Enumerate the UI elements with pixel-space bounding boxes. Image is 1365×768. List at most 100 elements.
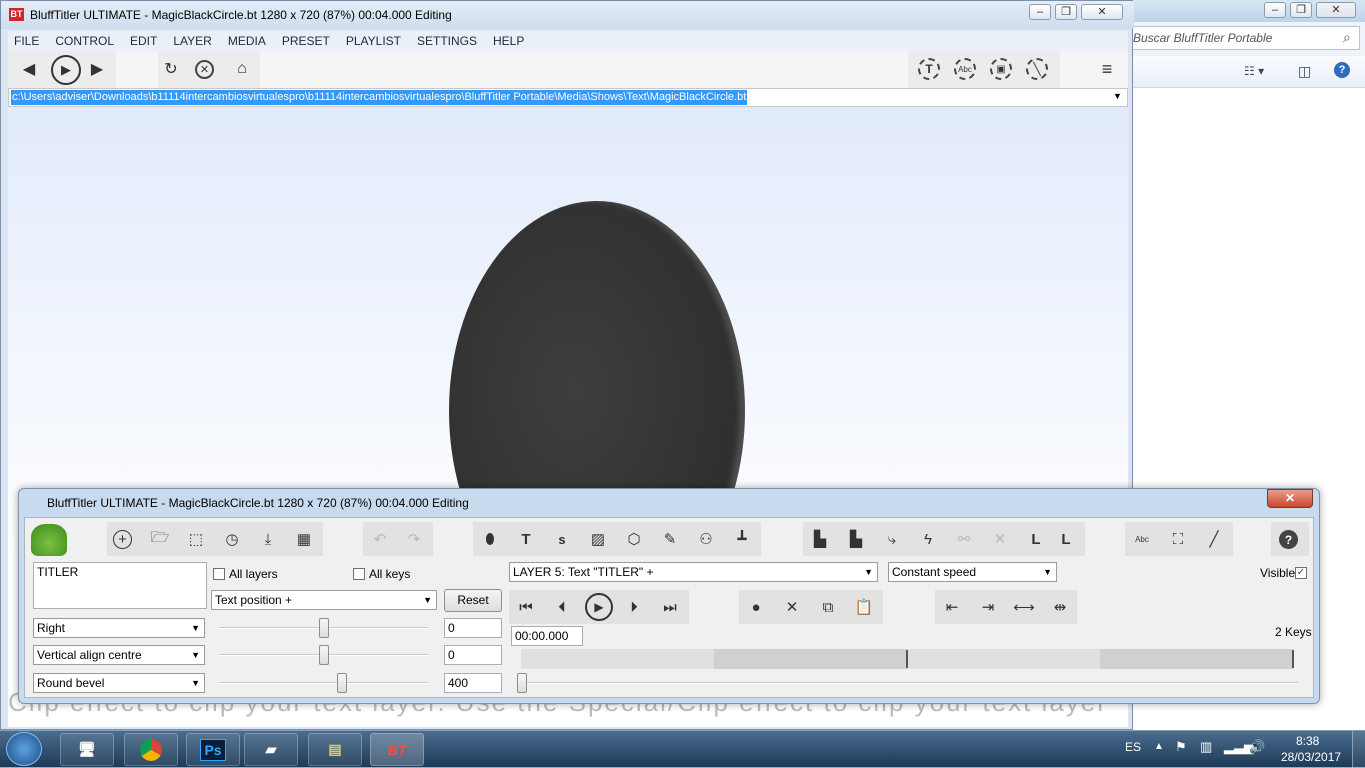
minimize-icon[interactable]: – <box>1264 2 1286 18</box>
play-icon[interactable]: ▶ <box>51 55 81 85</box>
previous-key-icon[interactable]: ⏴ <box>551 596 573 618</box>
maximize-icon[interactable]: ❐ <box>1290 2 1312 18</box>
previous-icon[interactable]: ◀ <box>18 58 40 80</box>
particles-icon[interactable]: ⚇ <box>695 528 717 550</box>
picture-layer-icon[interactable]: ▨ <box>587 528 609 550</box>
align-end-icon[interactable]: ⇥ <box>977 596 999 618</box>
clock-date[interactable]: 28/03/2017 <box>1281 750 1341 764</box>
speed-select[interactable]: Constant speed ▼ <box>888 562 1057 582</box>
menu-control[interactable]: CONTROL <box>55 34 114 48</box>
search-input[interactable]: Buscar BluffTitler Portable ⌕ <box>1130 26 1360 50</box>
menu-settings[interactable]: SETTINGS <box>417 34 477 48</box>
action-center-icon[interactable]: ⚑ <box>1175 739 1187 755</box>
film-icon[interactable]: ▦ <box>293 528 315 550</box>
all-keys-checkbox[interactable] <box>353 568 365 580</box>
visible-checkbox[interactable]: ✓ <box>1295 567 1307 579</box>
menu-layer[interactable]: LAYER <box>173 34 211 48</box>
play-icon[interactable]: ▶ <box>585 593 613 621</box>
dialog-close-button[interactable]: ✕ <box>1267 489 1313 508</box>
layer-copy-icon[interactable]: ▙ <box>809 528 831 550</box>
picture-fit-icon[interactable]: ⛶ <box>1167 528 1189 550</box>
taskbar-notepad[interactable]: ▰ <box>244 733 298 766</box>
value-field-3[interactable]: 400 <box>444 673 502 693</box>
layer-paste-icon[interactable]: ▙ <box>845 528 867 550</box>
language-indicator[interactable]: ES <box>1125 740 1141 754</box>
menu-file[interactable]: FILE <box>14 34 39 48</box>
menu-media[interactable]: MEDIA <box>228 34 266 48</box>
close-icon[interactable]: ✕ <box>1316 2 1356 18</box>
clock-icon[interactable]: ◷ <box>221 528 243 550</box>
stretch-icon[interactable]: ⟷ <box>1013 596 1035 618</box>
minimize-icon[interactable]: – <box>1029 4 1051 20</box>
start-button[interactable] <box>6 732 42 766</box>
blob-layer-icon[interactable]: ⬮ <box>479 528 501 550</box>
taskbar-explorer[interactable]: ▤ <box>308 733 362 766</box>
timeline-key-marker[interactable] <box>906 650 908 668</box>
add-key-icon[interactable]: ● <box>745 596 767 618</box>
redo-icon[interactable]: ↷ <box>403 528 425 550</box>
search-icon[interactable]: ⌕ <box>1343 29 1351 46</box>
show-hidden-icons-icon[interactable]: ▲ <box>1154 741 1164 752</box>
menu-playlist[interactable]: PLAYLIST <box>346 34 401 48</box>
slider-thumb-1[interactable] <box>318 618 329 638</box>
layer-lock-icon[interactable]: L <box>1055 528 1077 550</box>
taskbar-blufftitler[interactable]: BT <box>370 733 424 766</box>
alignment-select[interactable]: Right ▼ <box>33 618 205 638</box>
layer-effect-icon[interactable]: ϟ <box>917 528 939 550</box>
abc-icon[interactable]: Abc <box>954 58 976 80</box>
taskbar-photoshop[interactable]: Ps <box>186 733 240 766</box>
help-icon[interactable]: ? <box>1334 62 1350 78</box>
device-icon[interactable]: ▥ <box>1200 739 1212 755</box>
picture-icon[interactable]: ▣ <box>990 58 1012 80</box>
refresh-icon[interactable]: ↻ <box>160 58 182 80</box>
show-desktop-button[interactable] <box>1352 731 1365 768</box>
chevron-down-icon[interactable]: ▼ <box>1113 91 1122 101</box>
plot-icon[interactable]: ┻ <box>731 528 753 550</box>
frame-select-icon[interactable]: ⬚ <box>185 528 207 550</box>
bevel-select[interactable]: Round bevel ▼ <box>33 673 205 693</box>
timeline-key-marker[interactable] <box>1292 650 1294 668</box>
last-key-icon[interactable]: ⏭ <box>659 596 681 618</box>
layer-delete-icon[interactable]: L <box>1025 528 1047 550</box>
timeline-track[interactable] <box>521 649 1294 669</box>
clock-time[interactable]: 8:38 <box>1296 734 1319 748</box>
abc-fit-icon[interactable]: Abc <box>1131 528 1153 550</box>
next-key-icon[interactable]: ⏵ <box>623 596 645 618</box>
all-layers-checkbox[interactable] <box>213 568 225 580</box>
align-start-icon[interactable]: ⇤ <box>941 596 963 618</box>
view-options-icon[interactable]: ☷ ▾ <box>1244 64 1264 78</box>
import-folder-icon[interactable]: ⤓ <box>257 528 279 550</box>
slider-thumb-3[interactable] <box>337 673 348 693</box>
home-icon[interactable]: ⌂ <box>231 58 253 80</box>
add-icon[interactable]: + <box>113 530 132 549</box>
taskbar-chrome[interactable] <box>124 733 178 766</box>
text-layer-icon[interactable]: T <box>515 528 537 550</box>
taskbar-remote-desktop[interactable]: 🖥 <box>60 733 114 766</box>
vertical-align-select[interactable]: Vertical align centre ▼ <box>33 645 205 665</box>
layer-shrink-icon[interactable]: ✕ <box>989 528 1011 550</box>
restore-icon[interactable]: ❐ <box>1055 4 1077 20</box>
first-key-icon[interactable]: ⏮ <box>515 596 537 618</box>
undo-icon[interactable]: ↶ <box>369 528 391 550</box>
time-scrubber-thumb[interactable] <box>517 673 527 693</box>
hamburger-menu-icon[interactable]: ≡ <box>1096 58 1118 80</box>
menu-preset[interactable]: PRESET <box>282 34 330 48</box>
magic-wand-icon[interactable]: ╱ <box>1203 528 1225 550</box>
open-folder-icon[interactable]: 🗁 <box>149 528 171 550</box>
text-input[interactable]: TITLER <box>33 562 207 609</box>
layer-select[interactable]: LAYER 5: Text "TITLER" + ▼ <box>509 562 878 582</box>
path-combobox[interactable]: c:\Users\adviser\Downloads\b11114interca… <box>8 88 1128 107</box>
slider-thumb-2[interactable] <box>318 645 329 665</box>
stop-icon[interactable]: ✕ <box>195 60 214 79</box>
volume-icon[interactable]: 🔊 <box>1249 739 1265 755</box>
next-icon[interactable]: ▶ <box>86 58 108 80</box>
reset-button[interactable]: Reset <box>444 589 502 612</box>
paste-key-icon[interactable]: 📋 <box>853 596 875 618</box>
compress-icon[interactable]: ⇹ <box>1049 596 1071 618</box>
property-select[interactable]: Text position + ▼ <box>211 590 437 610</box>
value-field-1[interactable]: 0 <box>444 618 502 638</box>
help-icon[interactable]: ? <box>1279 530 1298 549</box>
menu-help[interactable]: HELP <box>493 34 524 48</box>
value-field-2[interactable]: 0 <box>444 645 502 665</box>
layer-link-icon[interactable]: ⤷ <box>881 528 903 550</box>
